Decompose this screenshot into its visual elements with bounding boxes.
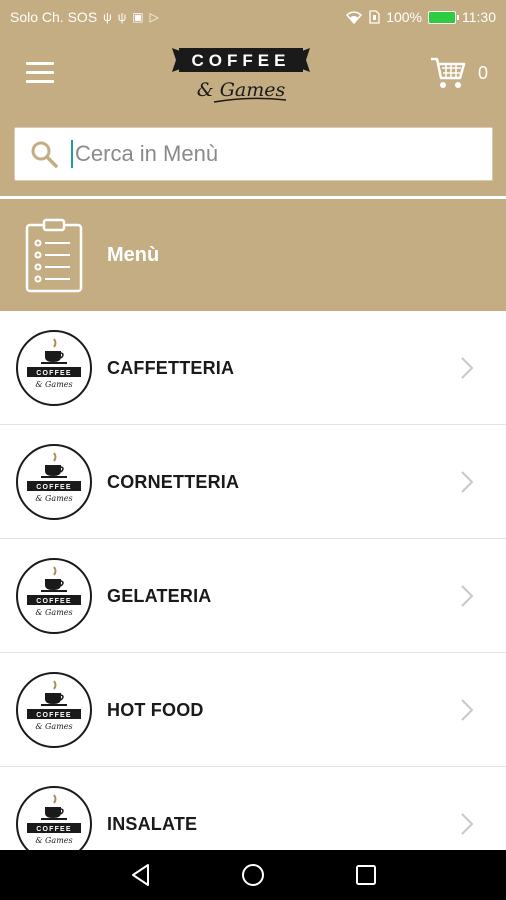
category-row-caffetteria[interactable]: COFFEE & Games CAFFETTERIA	[0, 311, 506, 425]
svg-text:COFFEE: COFFEE	[36, 370, 72, 377]
category-label: CAFFETTERIA	[107, 358, 235, 378]
usb-debug-icon: ψ	[117, 10, 127, 24]
battery-percent: 100%	[386, 9, 422, 25]
search-icon	[31, 141, 58, 168]
category-label: INSALATE	[107, 814, 198, 834]
system-nav-bar	[0, 850, 506, 900]
category-logo-icon: COFFEE & Games	[16, 672, 92, 748]
shopping-cart-icon	[430, 57, 466, 88]
clipboard-checklist-icon	[25, 218, 83, 293]
battery-icon	[428, 10, 459, 24]
category-row-hot-food[interactable]: COFFEE & Games HOT FOOD	[0, 653, 506, 767]
svg-text:& Games: & Games	[35, 722, 72, 731]
category-label: GELATERIA	[107, 586, 212, 606]
svg-text:& Games: & Games	[35, 494, 72, 503]
svg-text:COFFEE: COFFEE	[36, 826, 72, 833]
recents-icon[interactable]	[353, 862, 379, 888]
logo-top-text: COFFEE	[192, 51, 291, 70]
logo-bottom-text: & Games	[197, 79, 286, 101]
category-label: CORNETTERIA	[107, 472, 240, 492]
chevron-right-icon	[461, 471, 474, 493]
search-input[interactable]	[75, 141, 455, 167]
wifi-icon	[346, 11, 363, 24]
search-box[interactable]	[14, 127, 493, 181]
svg-text:COFFEE: COFFEE	[36, 712, 72, 719]
menu-banner: Menù	[0, 199, 506, 311]
status-right: 100% 11:30	[345, 9, 496, 25]
category-logo-icon: COFFEE & Games	[16, 330, 92, 406]
carrier-text: Solo Ch. SOS	[10, 9, 98, 25]
category-row-cornetteria[interactable]: COFFEE & Games CORNETTERIA	[0, 425, 506, 539]
search-section	[0, 114, 506, 198]
category-list: COFFEE & Games CAFFETTERIA COFFEE & Game…	[0, 311, 506, 881]
coffee-games-logo: COFFEE & Games	[172, 48, 310, 103]
hamburger-line	[26, 62, 54, 65]
cart-count: 0	[477, 62, 488, 83]
chevron-right-icon	[461, 699, 474, 721]
hamburger-line	[26, 71, 54, 74]
photo-icon: ▣	[132, 10, 144, 24]
text-caret	[71, 140, 73, 168]
svg-text:COFFEE: COFFEE	[36, 484, 72, 491]
svg-text:& Games: & Games	[35, 836, 72, 845]
sim-icon	[369, 10, 380, 24]
app-screen: Solo Ch. SOS ψ ψ ▣ ▷ 100% 11:30 COFFEE &…	[0, 0, 506, 900]
category-logo-icon: COFFEE & Games	[16, 444, 92, 520]
cart-button[interactable]: 0	[430, 56, 488, 90]
chevron-right-icon	[461, 357, 474, 379]
status-left: Solo Ch. SOS ψ ψ ▣ ▷	[10, 9, 159, 25]
banner-title: Menù	[107, 244, 160, 266]
svg-text:& Games: & Games	[35, 608, 72, 617]
usb-icon: ψ	[103, 10, 112, 24]
menu-hamburger-button[interactable]	[26, 62, 54, 84]
status-bar: Solo Ch. SOS ψ ψ ▣ ▷ 100% 11:30	[0, 0, 506, 34]
back-icon[interactable]	[128, 862, 154, 888]
chevron-right-icon	[461, 813, 474, 835]
hamburger-line	[26, 80, 54, 83]
home-icon[interactable]	[240, 862, 266, 888]
clock: 11:30	[462, 9, 496, 25]
svg-text:COFFEE: COFFEE	[36, 598, 72, 605]
app-header: COFFEE & Games 0	[0, 34, 506, 114]
svg-text:& Games: & Games	[35, 380, 72, 389]
category-row-gelateria[interactable]: COFFEE & Games GELATERIA	[0, 539, 506, 653]
category-label: HOT FOOD	[107, 700, 204, 720]
category-logo-icon: COFFEE & Games	[16, 558, 92, 634]
play-store-icon: ▷	[149, 10, 159, 24]
chevron-right-icon	[461, 585, 474, 607]
